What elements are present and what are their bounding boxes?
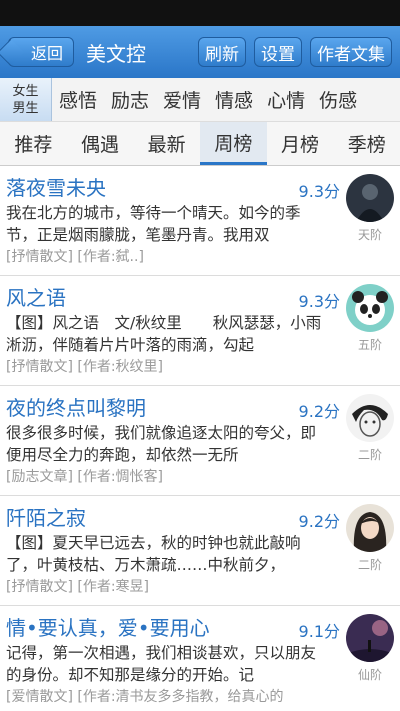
- list-item[interactable]: 夜的终点叫黎明 很多很多时候，我们就像追逐太阳的夸父，即便用尽全力的奔跑，却依然…: [0, 386, 400, 496]
- author-level: 五阶: [357, 338, 382, 352]
- article-list: 落夜雪未央 我在北方的城市，等待一个晴天。如今的季节，正是烟雨朦胧，笔墨丹青。我…: [0, 166, 400, 711]
- tab-latest[interactable]: 最新: [133, 122, 200, 165]
- category-item[interactable]: 励志: [104, 86, 156, 113]
- article-title[interactable]: 夜的终点叫黎明: [6, 394, 330, 422]
- article-score: 9.2分: [298, 402, 340, 421]
- category-bar: 女生 男生 感悟 励志 爱情 情感 心情 伤感: [0, 78, 400, 122]
- title-bar: 返回 美文控 刷新 设置 作者文集: [0, 26, 400, 78]
- night-sky-icon: [346, 614, 394, 662]
- dark-figure-icon: [346, 174, 394, 222]
- author-collection-button[interactable]: 作者文集: [310, 37, 392, 67]
- article-meta: [抒情散文] [作者:秋纹里]: [6, 359, 164, 375]
- sketch-face-icon: [346, 394, 394, 442]
- author-level: 天阶: [357, 228, 382, 242]
- article-excerpt: 【图】风之语 文/秋纹里 秋风瑟瑟，小雨淅沥，伴随着片片叶落的雨滴，勾起: [6, 314, 322, 354]
- tab-seasonal[interactable]: 季榜: [333, 122, 400, 165]
- author-avatar[interactable]: [346, 284, 394, 332]
- article-excerpt: 很多很多时候，我们就像追逐太阳的夸父，即便用尽全力的奔跑，却依然一无所: [6, 424, 317, 464]
- article-title[interactable]: 阡陌之寂: [6, 504, 330, 532]
- tab-weekly[interactable]: 周榜: [200, 122, 267, 165]
- list-item[interactable]: 落夜雪未央 我在北方的城市，等待一个晴天。如今的季节，正是烟雨朦胧，笔墨丹青。我…: [0, 166, 400, 276]
- category-item[interactable]: 心情: [260, 86, 312, 113]
- article-meta: [励志文章] [作者:惆怅客]: [6, 469, 164, 485]
- category-item[interactable]: 感悟: [52, 86, 104, 113]
- article-score: 9.3分: [298, 182, 340, 201]
- category-item[interactable]: 伤感: [312, 86, 364, 113]
- author-avatar[interactable]: [346, 614, 394, 662]
- author-level: 二阶: [357, 448, 382, 462]
- author-avatar[interactable]: [346, 394, 394, 442]
- tab-monthly[interactable]: 月榜: [267, 122, 334, 165]
- category-item[interactable]: 情感: [208, 86, 260, 113]
- girl-portrait-icon: [346, 504, 394, 552]
- tab-recommend[interactable]: 推荐: [0, 122, 67, 165]
- gender-toggle[interactable]: 女生 男生: [0, 78, 52, 121]
- author-level: 仙阶: [357, 668, 382, 682]
- article-title[interactable]: 风之语: [6, 284, 330, 312]
- gender-female-label: 女生: [12, 83, 39, 99]
- article-score: 9.1分: [298, 622, 340, 641]
- article-excerpt: 记得，第一次相遇，我们相谈甚欢，只以朋友的身份。却不知那是缘分的开始。记: [6, 644, 317, 684]
- tab-random[interactable]: 偶遇: [67, 122, 134, 165]
- status-bar: [0, 0, 400, 26]
- list-item[interactable]: 阡陌之寂 【图】夏天早已远去，秋的时钟也就此敲响了，叶黄枝枯、万木萧疏……中秋前…: [0, 496, 400, 606]
- panda-icon: [346, 284, 394, 332]
- ranking-tabs: 推荐 偶遇 最新 周榜 月榜 季榜: [0, 122, 400, 166]
- article-meta: [爱情散文] [作者:清书友多多指教，给真心的: [6, 689, 284, 705]
- category-item[interactable]: 爱情: [156, 86, 208, 113]
- article-score: 9.2分: [298, 512, 340, 531]
- article-title[interactable]: 落夜雪未央: [6, 174, 330, 202]
- gender-male-label: 男生: [12, 100, 39, 116]
- back-button[interactable]: 返回: [8, 37, 75, 67]
- refresh-button[interactable]: 刷新: [198, 37, 246, 67]
- settings-button[interactable]: 设置: [254, 37, 302, 67]
- article-score: 9.3分: [298, 292, 340, 311]
- article-meta: [抒情散文] [作者:弑..]: [6, 249, 144, 265]
- article-excerpt: 我在北方的城市，等待一个晴天。如今的季节，正是烟雨朦胧，笔墨丹青。我用双: [6, 204, 301, 244]
- list-item[interactable]: 情•要认真，爱•要用心 记得，第一次相遇，我们相谈甚欢，只以朋友的身份。却不知那…: [0, 606, 400, 711]
- article-title[interactable]: 情•要认真，爱•要用心: [6, 614, 330, 642]
- author-level: 二阶: [357, 558, 382, 572]
- author-avatar[interactable]: [346, 174, 394, 222]
- list-item[interactable]: 风之语 【图】风之语 文/秋纹里 秋风瑟瑟，小雨淅沥，伴随着片片叶落的雨滴，勾起…: [0, 276, 400, 386]
- article-excerpt: 【图】夏天早已远去，秋的时钟也就此敲响了，叶黄枝枯、万木萧疏……中秋前夕，: [6, 534, 301, 574]
- article-meta: [抒情散文] [作者:寒昱]: [6, 579, 150, 595]
- author-avatar[interactable]: [346, 504, 394, 552]
- app-title: 美文控: [86, 41, 147, 66]
